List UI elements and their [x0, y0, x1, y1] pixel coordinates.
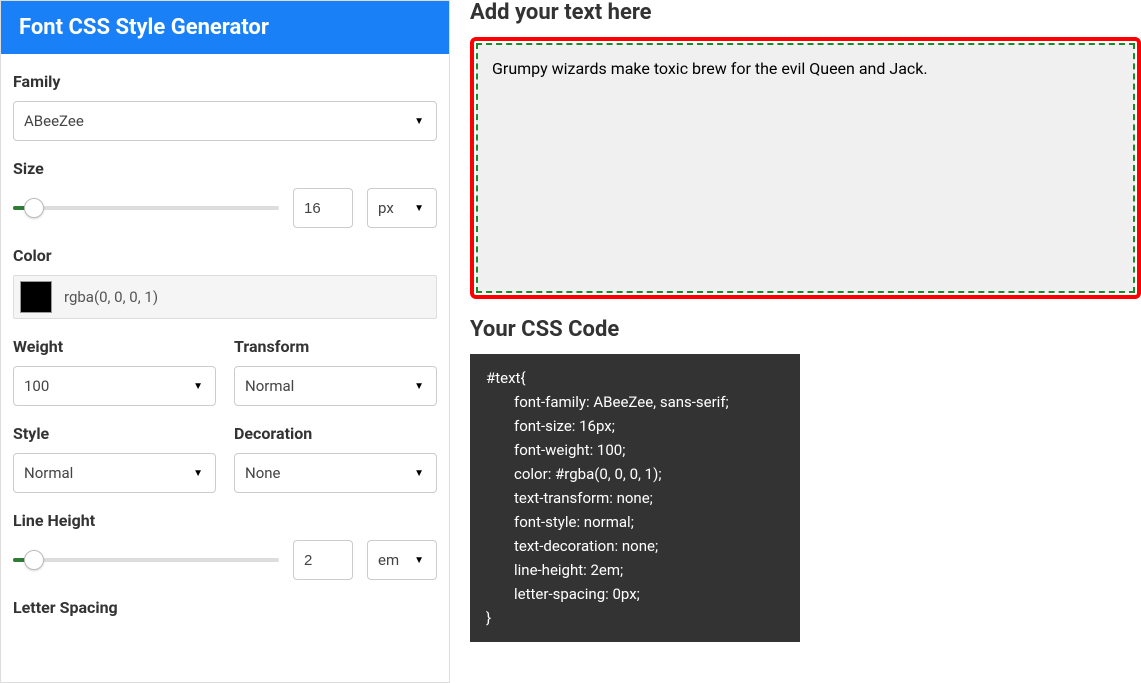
color-label: Color [13, 246, 437, 265]
settings-panel: Font CSS Style Generator Family ABeeZee … [0, 0, 450, 683]
preview-editable-area[interactable]: Grumpy wizards make toxic brew for the e… [476, 43, 1135, 293]
css-line: letter-spacing: 0px; [486, 582, 784, 606]
transform-label: Transform [234, 337, 437, 356]
slider-thumb-icon[interactable] [24, 550, 44, 570]
css-line: font-style: normal; [486, 510, 784, 534]
decoration-label: Decoration [234, 424, 437, 443]
css-line: line-height: 2em; [486, 558, 784, 582]
weight-select[interactable]: 100 [13, 366, 216, 406]
size-unit-select[interactable]: px [367, 188, 437, 228]
transform-select[interactable]: Normal [234, 366, 437, 406]
style-select[interactable]: Normal [13, 453, 216, 493]
slider-thumb-icon[interactable] [24, 198, 44, 218]
css-line: font-family: ABeeZee, sans-serif; [486, 390, 784, 414]
css-selector-line: #text{ [486, 366, 784, 390]
family-label: Family [13, 72, 437, 91]
weight-label: Weight [13, 337, 216, 356]
preview-title: Add your text here [470, 0, 1141, 25]
panel-scroll-area[interactable]: Family ABeeZee Size px Color [1, 54, 449, 682]
panel-title: Font CSS Style Generator [1, 1, 449, 54]
style-label: Style [13, 424, 216, 443]
color-swatch-icon[interactable] [20, 281, 52, 313]
line-height-unit-select[interactable]: em [367, 540, 437, 580]
size-slider[interactable] [13, 198, 279, 218]
css-title: Your CSS Code [470, 317, 1141, 342]
css-line: color: #rgba(0, 0, 0, 1); [486, 462, 784, 486]
size-label: Size [13, 159, 437, 178]
decoration-select[interactable]: None [234, 453, 437, 493]
css-line: font-weight: 100; [486, 438, 784, 462]
color-value-text: rgba(0, 0, 0, 1) [64, 288, 158, 306]
css-line: text-decoration: none; [486, 534, 784, 558]
line-height-slider[interactable] [13, 550, 279, 570]
family-select[interactable]: ABeeZee [13, 101, 437, 141]
color-picker[interactable]: rgba(0, 0, 0, 1) [13, 275, 437, 319]
css-output[interactable]: #text{ font-family: ABeeZee, sans-serif;… [470, 354, 800, 642]
css-line: font-size: 16px; [486, 414, 784, 438]
line-height-label: Line Height [13, 511, 437, 530]
letter-spacing-label: Letter Spacing [13, 598, 437, 617]
line-height-input[interactable] [293, 540, 353, 580]
css-line: text-transform: none; [486, 486, 784, 510]
preview-box: Grumpy wizards make toxic brew for the e… [470, 37, 1141, 299]
preview-text[interactable]: Grumpy wizards make toxic brew for the e… [492, 59, 1119, 78]
css-close-line: } [486, 606, 784, 630]
size-input[interactable] [293, 188, 353, 228]
